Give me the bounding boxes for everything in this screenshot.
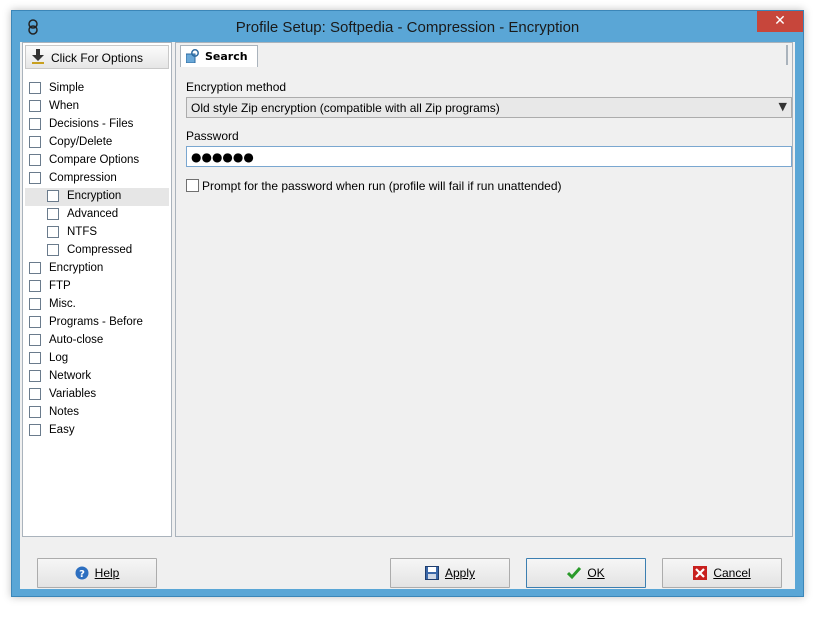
prompt-password-label: Prompt for the password when run (profil…	[202, 179, 562, 193]
chevron-down-icon: ▼	[778, 100, 787, 113]
help-button[interactable]: ? Help	[37, 558, 157, 588]
nav-item-label: Programs - Before	[49, 316, 143, 328]
nav-item-compression[interactable]: Compression	[25, 170, 169, 188]
nav-item-misc[interactable]: Misc.	[25, 296, 169, 314]
prompt-password-checkbox[interactable]	[186, 179, 199, 192]
ftp-icon	[29, 280, 41, 292]
client-area: Click For Options Simple When Decisions - …	[20, 42, 795, 589]
nav-item-label: Decisions - Files	[49, 118, 134, 130]
ntfs-icon	[47, 226, 59, 238]
password-field[interactable]: ●●●●●●	[186, 146, 792, 167]
nav-item-label: FTP	[49, 280, 71, 292]
compression-icon	[29, 172, 41, 184]
network-icon	[29, 370, 41, 382]
check-icon	[567, 567, 582, 580]
nav-item-label: Copy/Delete	[49, 136, 113, 148]
misc-icon	[29, 298, 41, 310]
title-bar[interactable]: Profile Setup: Softpedia - Compression -…	[12, 11, 803, 43]
nav-item-label: Easy	[49, 424, 75, 436]
profile-setup-window: Profile Setup: Softpedia - Compression -…	[11, 10, 804, 597]
cancel-x-icon	[693, 566, 708, 580]
nav-item-label: Notes	[49, 406, 80, 418]
nav-item-label: When	[49, 100, 80, 112]
encryption-method-label: Encryption method	[186, 80, 287, 94]
nav-item-advanced[interactable]: Advanced	[25, 206, 169, 224]
nav-item-ftp[interactable]: FTP	[25, 278, 169, 296]
nav-item-label: Compressed	[67, 244, 133, 256]
nav-item-programs-before[interactable]: Programs - Before	[25, 314, 169, 332]
nav-item-network[interactable]: Network	[25, 368, 169, 386]
nav-item-label: Network	[49, 370, 92, 382]
nav-item-notes[interactable]: Notes	[25, 404, 169, 422]
nav-item-label: NTFS	[67, 226, 98, 238]
simple-icon	[29, 82, 41, 94]
help-label: Help	[94, 566, 120, 580]
nav-list: Simple When Decisions - Files Copy/Delete Co…	[25, 80, 169, 440]
nav-item-label: Auto-close	[49, 334, 104, 346]
cancel-label: Cancel	[713, 566, 751, 580]
advanced-icon	[47, 208, 59, 220]
nav-item-ntfs[interactable]: NTFS	[25, 224, 169, 242]
nav-item-label: Variables	[49, 388, 97, 400]
nav-item-label: Compare Options	[49, 154, 140, 166]
cancel-button[interactable]: Cancel	[662, 558, 782, 588]
window-title: Profile Setup: Softpedia - Compression -…	[235, 19, 580, 36]
download-arrow-icon	[32, 49, 44, 64]
nav-item-label: Compression	[49, 172, 117, 184]
apply-button[interactable]: Apply	[390, 558, 510, 588]
nav-item-encryption[interactable]: Encryption	[25, 188, 169, 206]
lock-icon	[29, 262, 41, 274]
programs-icon	[29, 316, 41, 328]
lock-icon	[47, 190, 59, 202]
encryption-method-select[interactable]: Old style Zip encryption (compatible wit…	[186, 97, 792, 118]
tab-search-label: Search	[205, 50, 248, 63]
apply-label: Apply	[444, 566, 476, 580]
tab-search[interactable]: Search	[180, 45, 258, 67]
svg-text:?: ?	[79, 569, 85, 580]
copy-delete-icon	[29, 136, 41, 148]
nav-item-label: Encryption	[67, 190, 122, 202]
encryption-method-value: Old style Zip encryption (compatible wit…	[191, 101, 500, 115]
compare-icon	[29, 154, 41, 166]
floppy-icon	[424, 566, 439, 580]
easy-icon	[29, 424, 41, 436]
nav-item-easy[interactable]: Easy	[25, 422, 169, 440]
tab-strip: Search	[176, 43, 792, 68]
compressed-icon	[47, 244, 59, 256]
nav-item-compare-options[interactable]: Compare Options	[25, 152, 169, 170]
search-icon	[186, 49, 199, 63]
nav-item-compressed[interactable]: Compressed	[25, 242, 169, 260]
settings-panel: Search Encryption method Old style Zip e…	[175, 42, 793, 537]
close-button[interactable]: ✕	[757, 11, 803, 32]
tab-strip-end	[786, 45, 788, 65]
nav-item-simple[interactable]: Simple	[25, 80, 169, 98]
nav-item-copy-delete[interactable]: Copy/Delete	[25, 134, 169, 152]
click-for-options-button[interactable]: Click For Options	[25, 45, 169, 69]
password-label: Password	[186, 129, 239, 143]
nav-item-label: Simple	[49, 82, 85, 94]
nav-item-label: Advanced	[67, 208, 119, 220]
log-icon	[29, 352, 41, 364]
nav-item-decisions-files[interactable]: Decisions - Files	[25, 116, 169, 134]
nav-item-encryption[interactable]: Encryption	[25, 260, 169, 278]
nav-item-label: Log	[49, 352, 69, 364]
encryption-form: Encryption method Old style Zip encrypti…	[176, 67, 792, 536]
ok-button[interactable]: OK	[526, 558, 646, 588]
nav-item-when[interactable]: When	[25, 98, 169, 116]
when-icon	[29, 100, 41, 112]
click-for-options-label: Click For Options	[51, 51, 144, 65]
nav-item-label: Encryption	[49, 262, 104, 274]
nav-item-variables[interactable]: Variables	[25, 386, 169, 404]
variables-icon	[29, 388, 41, 400]
nav-item-auto-close[interactable]: Auto-close	[25, 332, 169, 350]
decisions-icon	[29, 118, 41, 130]
help-icon: ?	[75, 566, 89, 580]
options-nav: Click For Options Simple When Decisions - …	[22, 42, 172, 537]
notes-icon	[29, 406, 41, 418]
auto-close-icon	[29, 334, 41, 346]
nav-item-label: Misc.	[49, 298, 76, 310]
nav-item-log[interactable]: Log	[25, 350, 169, 368]
ok-label: OK	[587, 566, 605, 580]
